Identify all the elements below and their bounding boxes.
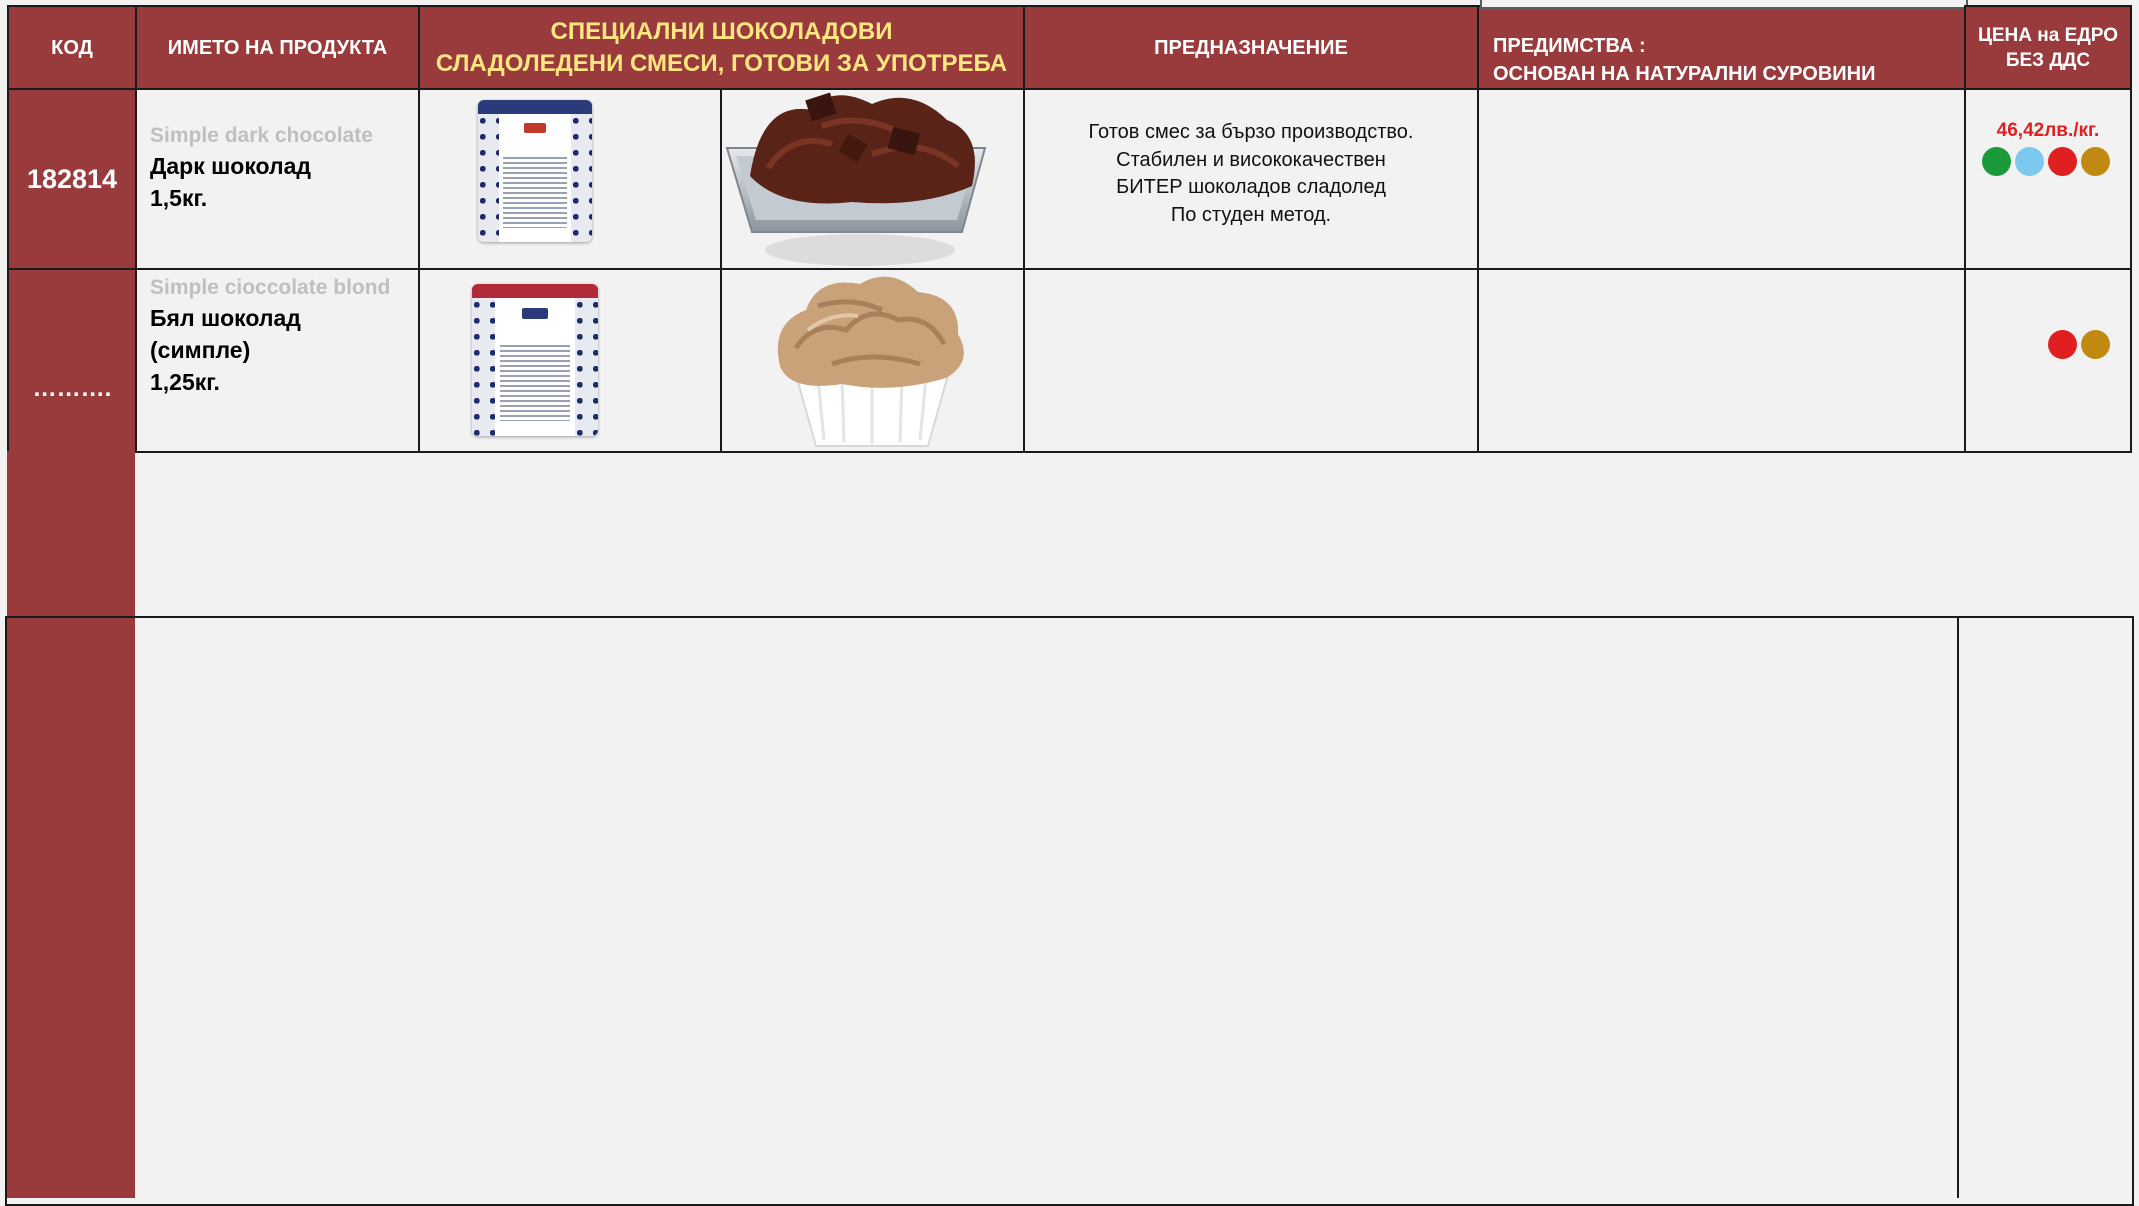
row1-product-photo-cell: [720, 88, 1025, 270]
row1-purpose-line3: БИТЕР шоколадов сладолед: [1116, 176, 1386, 198]
row1-latin-name: Simple dark chocolate: [150, 124, 373, 147]
row1-package-image: [478, 100, 592, 242]
row1-purpose-line1: Готов смес за бързо производство.: [1088, 121, 1414, 143]
header-advantages-line2: ОСНОВАН НА НАТУРАЛНИ СУРОВИНИ: [1493, 62, 1876, 85]
dark-chocolate-gelato-image: [725, 92, 987, 266]
row1-price-cell: 46,42лв./кг.: [1964, 88, 2132, 270]
row1-product-name-cell: Simple dark chocolate Дарк шоколад 1,5кг…: [135, 88, 420, 270]
header-product-name: ИМЕТО НА ПРОДУКТА: [135, 5, 420, 90]
row1-advantages-cell: [1477, 88, 1966, 270]
row2-package-cell: [418, 268, 722, 453]
row2-name-note: (симпле): [150, 337, 251, 363]
header-category-line1: СПЕЦИАЛНИ ШОКОЛАДОВИ: [550, 17, 893, 45]
empty-code-band: [7, 451, 135, 618]
row1-code: 182814: [7, 88, 137, 270]
row2-package-image: [472, 284, 598, 436]
row1-package-cell: [418, 88, 722, 270]
row1-weight: 1,5кг.: [150, 185, 208, 211]
row2-purpose-cell: [1023, 268, 1479, 453]
red-dot-icon: [2048, 147, 2077, 176]
header-advantages: ПРЕДИМСТВА : ОСНОВАН НА НАТУРАЛНИ СУРОВИН…: [1477, 5, 1966, 90]
selection-frame: [1480, 0, 1968, 9]
header-category: СПЕЦИАЛНИ ШОКОЛАДОВИ СЛАДОЛЕДЕНИ СМЕСИ, Г…: [418, 5, 1025, 90]
row1-purpose-line2: Стабилен и висококачествен: [1116, 148, 1386, 171]
gold-dot-icon: [2081, 330, 2110, 359]
light-blue-dot-icon: [2015, 147, 2044, 176]
red-dot-icon: [2048, 330, 2077, 359]
row2-latin-name: Simple cioccolate blond: [150, 276, 391, 299]
header-category-line2: СЛАДОЛЕДЕНИ СМЕСИ, ГОТОВИ ЗА УПОТРЕБА: [435, 49, 1008, 77]
row1-purpose-cell: Готов смес за бързо производство. Стабил…: [1023, 88, 1479, 270]
header-price: ЦЕНА на ЕДРО БЕЗ ДДС: [1964, 5, 2132, 90]
green-dot-icon: [1982, 147, 2011, 176]
empty-table-section: [5, 616, 2134, 1206]
row2-price-cell: [1964, 268, 2132, 453]
row2-product-photo-cell: [720, 268, 1025, 453]
header-code: КОД: [7, 5, 137, 90]
gold-dot-icon: [2081, 147, 2110, 176]
column-divider: [1957, 618, 1959, 1198]
empty-code-column: [7, 618, 135, 1198]
blond-chocolate-gelato-image: [777, 276, 964, 447]
row1-purpose-line4: По студен метод.: [1170, 203, 1332, 226]
row2-weight: 1,25кг.: [150, 369, 220, 395]
header-price-line2: БЕЗ ДДС: [2005, 49, 2091, 71]
header-purpose: ПРЕДНАЗНАЧЕНИЕ: [1023, 5, 1479, 90]
header-advantages-line1: ПРЕДИМСТВА :: [1493, 34, 1646, 57]
header-price-line1: ЦЕНА на ЕДРО: [1977, 24, 2118, 46]
row2-code: ……….: [7, 268, 137, 453]
row1-price: 46,42лв./кг.: [1996, 120, 2100, 141]
row2-name: Бял шоколад: [150, 305, 301, 331]
row2-advantages-cell: [1477, 268, 1966, 453]
row2-product-name-cell: Simple cioccolate blond Бял шоколад (сим…: [135, 268, 420, 453]
row1-name: Дарк шоколад: [150, 153, 312, 179]
